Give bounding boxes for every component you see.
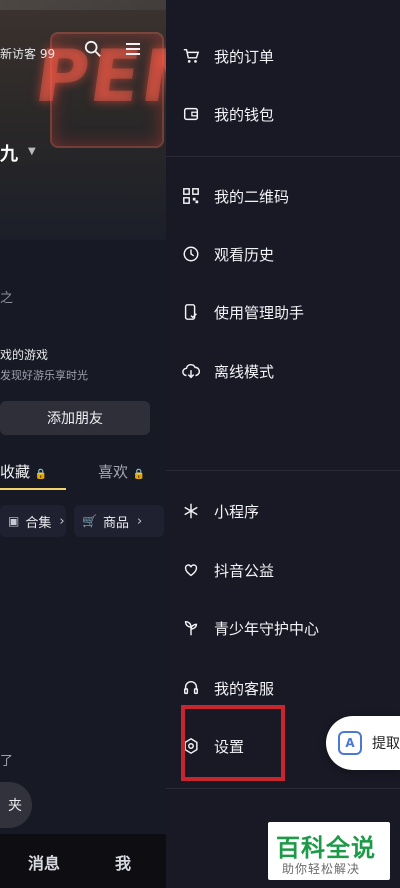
watermark-title: 百科全说 bbox=[276, 834, 376, 862]
active-tab-indicator bbox=[0, 488, 66, 490]
extract-label: 提取 bbox=[372, 736, 400, 752]
menu-label: 我的二维码 bbox=[214, 187, 290, 206]
menu-divider bbox=[166, 470, 400, 471]
menu-item-customer-service[interactable]: 我的客服 bbox=[182, 674, 274, 702]
cloud-download-icon bbox=[182, 362, 200, 380]
goods-pill[interactable]: 🛒 商品 › bbox=[74, 505, 164, 537]
visitor-count[interactable]: 新访客 99 bbox=[0, 45, 55, 62]
footer-round-label: 夹 bbox=[8, 798, 22, 814]
sprout-icon bbox=[182, 619, 200, 637]
menu-item-mini-programs[interactable]: 小程序 bbox=[182, 497, 259, 525]
watermark-logo: 百科全说 助你轻松解决 bbox=[268, 822, 390, 880]
menu-label: 我的钱包 bbox=[214, 105, 275, 124]
lock-icon: 🔒 bbox=[132, 469, 146, 480]
footer-text-fragment: 了 bbox=[0, 754, 14, 769]
menu-divider bbox=[166, 156, 400, 157]
menu-label: 小程序 bbox=[214, 502, 260, 521]
tab-collect[interactable]: 收藏 🔒 bbox=[0, 461, 47, 482]
bottom-navigation: 消息 我 bbox=[0, 834, 166, 888]
chevron-right-icon: › bbox=[136, 513, 143, 529]
menu-item-history[interactable]: 观看历史 bbox=[182, 240, 274, 268]
chevron-down-icon[interactable]: ▼ bbox=[28, 146, 36, 157]
nav-messages[interactable]: 消息 bbox=[28, 850, 60, 874]
nav-me[interactable]: 我 bbox=[115, 850, 131, 874]
headset-icon bbox=[182, 679, 200, 697]
menu-label: 青少年守护中心 bbox=[214, 619, 320, 638]
extract-floating-button[interactable]: A 提取 bbox=[326, 716, 400, 770]
heart-hand-icon bbox=[182, 561, 200, 579]
screen: PEN 新访客 99 九 ▼ 之 戏的游戏 发现好游乐享时光 添加朋友 收藏 🔒… bbox=[0, 0, 400, 888]
collection-label: 合集 bbox=[25, 515, 52, 531]
qr-code-icon bbox=[182, 187, 200, 205]
tab-like[interactable]: 喜欢 🔒 bbox=[98, 461, 145, 482]
menu-item-qrcode[interactable]: 我的二维码 bbox=[182, 182, 289, 210]
tab-collect-label: 收藏 bbox=[0, 463, 31, 481]
menu-label: 我的订单 bbox=[214, 47, 275, 66]
watermark-subtitle: 助你轻松解决 bbox=[282, 862, 361, 876]
menu-item-wallet[interactable]: 我的钱包 bbox=[182, 100, 274, 128]
wallet-icon bbox=[182, 105, 200, 123]
lock-icon: 🔒 bbox=[34, 469, 48, 480]
profile-name: 九 bbox=[0, 144, 18, 165]
text-extract-icon: A bbox=[338, 731, 362, 755]
phone-check-icon bbox=[182, 303, 200, 321]
cart-icon bbox=[182, 47, 200, 65]
menu-item-charity[interactable]: 抖音公益 bbox=[182, 556, 274, 584]
menu-item-offline-mode[interactable]: 离线模式 bbox=[182, 357, 274, 385]
menu-label: 使用管理助手 bbox=[214, 303, 305, 322]
profile-tabs: 收藏 🔒 喜欢 🔒 bbox=[0, 461, 166, 491]
add-friend-button[interactable]: 添加朋友 bbox=[0, 401, 150, 435]
tab-like-label: 喜欢 bbox=[98, 463, 129, 481]
menu-item-usage-manager[interactable]: 使用管理助手 bbox=[182, 298, 304, 326]
menu-item-youth-protection[interactable]: 青少年守护中心 bbox=[182, 614, 319, 642]
cart-icon: 🛒 bbox=[82, 514, 97, 528]
menu-label: 我的客服 bbox=[214, 679, 275, 698]
games-title: 戏的游戏 bbox=[0, 348, 49, 362]
chevron-right-icon: › bbox=[59, 513, 65, 529]
add-friend-label: 添加朋友 bbox=[47, 411, 103, 427]
menu-label: 离线模式 bbox=[214, 362, 275, 381]
profile-text-fragment: 之 bbox=[0, 291, 14, 306]
mini-program-icon bbox=[182, 502, 200, 520]
clock-icon bbox=[182, 245, 200, 263]
menu-divider bbox=[166, 788, 400, 789]
games-subtitle: 发现好游乐享时光 bbox=[0, 369, 88, 382]
menu-label: 观看历史 bbox=[214, 245, 275, 264]
menu-label: 抖音公益 bbox=[214, 561, 275, 580]
search-icon[interactable] bbox=[84, 40, 102, 63]
goods-label: 商品 bbox=[102, 515, 129, 531]
settings-highlight-box bbox=[181, 705, 285, 781]
collection-icon: ▣ bbox=[8, 514, 20, 528]
profile-banner: PEN bbox=[0, 0, 210, 240]
collection-pill[interactable]: ▣ 合集 › bbox=[0, 505, 66, 537]
menu-item-orders[interactable]: 我的订单 bbox=[182, 42, 274, 70]
menu-icon[interactable] bbox=[124, 41, 142, 62]
